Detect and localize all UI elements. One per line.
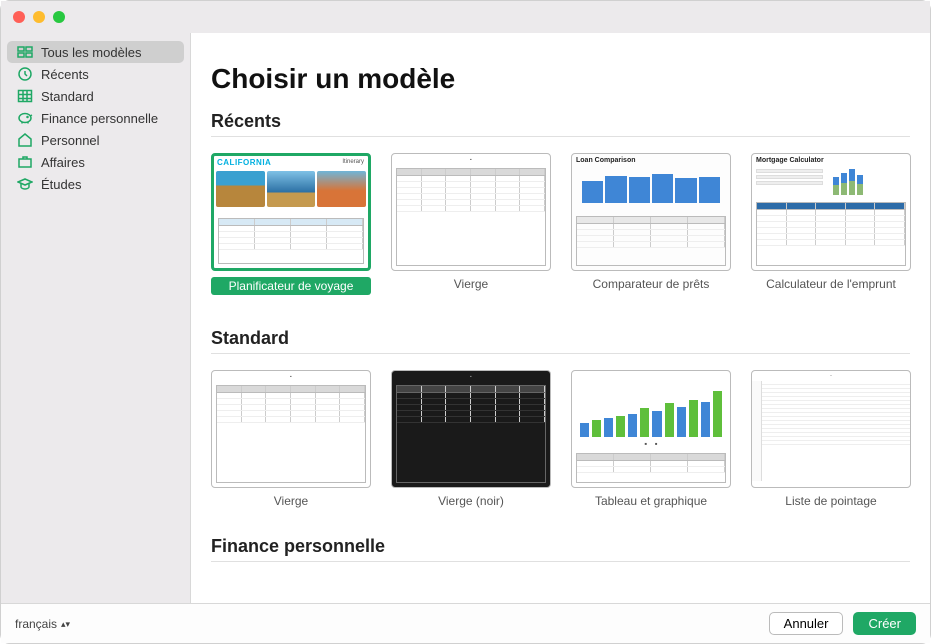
chevron-updown-icon: ▴▾ (61, 621, 70, 627)
template-blank-std[interactable]: · Vierge (211, 370, 371, 508)
piggy-icon (17, 110, 33, 126)
zoom-icon[interactable] (53, 11, 65, 23)
clock-icon (17, 66, 33, 82)
template-checklist[interactable]: · Liste de pointage (751, 370, 911, 508)
section-heading-standard: Standard (211, 328, 910, 354)
sidebar-item-studies[interactable]: Études (7, 173, 184, 195)
template-label: Vierge (391, 277, 551, 291)
section-heading-recents: Récents (211, 111, 910, 137)
sidebar-item-label: Études (41, 177, 81, 192)
template-label: Comparateur de prêts (571, 277, 731, 291)
template-thumbnail: Loan Comparison (571, 153, 731, 271)
template-thumbnail: · (751, 370, 911, 488)
section-row-standard: · Vierge · (211, 358, 930, 526)
sidebar-item-recents[interactable]: Récents (7, 63, 184, 85)
page-title: Choisir un modèle (211, 63, 930, 95)
thumbnail-subtitle: Itinerary (342, 159, 364, 165)
template-label: Vierge (211, 494, 371, 508)
sidebar-item-business[interactable]: Affaires (7, 151, 184, 173)
sidebar-item-finance[interactable]: Finance personnelle (7, 107, 184, 129)
titlebar[interactable] (1, 1, 930, 33)
close-icon[interactable] (13, 11, 25, 23)
footer: français ▴▾ Annuler Créer (1, 603, 930, 643)
sidebar-item-label: Récents (41, 67, 89, 82)
sidebar-item-label: Personnel (41, 133, 100, 148)
template-blank[interactable]: · Vierge (391, 153, 551, 300)
sidebar-item-all-templates[interactable]: Tous les modèles (7, 41, 184, 63)
template-thumbnail: Mortgage Calculator (751, 153, 911, 271)
template-mortgage-calculator[interactable]: Mortgage Calculator (751, 153, 911, 300)
thumbnail-title: Mortgage Calculator (752, 154, 910, 167)
template-thumbnail: · (391, 153, 551, 271)
section-row-recents: CALIFORNIA Itinerary Plan (211, 141, 930, 318)
template-label: Liste de pointage (751, 494, 911, 508)
sidebar-item-label: Affaires (41, 155, 85, 170)
template-thumbnail: · (211, 370, 371, 488)
sidebar-item-label: Finance personnelle (41, 111, 158, 126)
template-table-chart[interactable]: ■■ Tableau et graphique (571, 370, 731, 508)
cancel-button[interactable]: Annuler (769, 612, 844, 635)
template-thumbnail: · (391, 370, 551, 488)
template-label: Tableau et graphique (571, 494, 731, 508)
home-icon (17, 132, 33, 148)
window-controls (13, 11, 65, 23)
template-loan-comparison[interactable]: Loan Comparison Comparateur de prêts (571, 153, 731, 300)
sidebar-item-standard[interactable]: Standard (7, 85, 184, 107)
sidebar-item-label: Tous les modèles (41, 45, 141, 60)
template-travel-planner[interactable]: CALIFORNIA Itinerary Plan (211, 153, 371, 300)
language-label: français (15, 617, 57, 631)
table-icon (17, 88, 33, 104)
template-blank-dark[interactable]: · Vierge (noir) (391, 370, 551, 508)
template-label: Planificateur de voyage (211, 277, 371, 295)
grid-icon (17, 44, 33, 60)
thumbnail-title: Loan Comparison (572, 154, 730, 167)
template-thumbnail: CALIFORNIA Itinerary (211, 153, 371, 271)
sidebar-item-personal[interactable]: Personnel (7, 129, 184, 151)
template-thumbnail: ■■ (571, 370, 731, 488)
sidebar-item-label: Standard (41, 89, 94, 104)
minimize-icon[interactable] (33, 11, 45, 23)
sidebar: Tous les modèles Récents Standard Financ… (1, 33, 191, 603)
create-button[interactable]: Créer (853, 612, 916, 635)
template-label: Vierge (noir) (391, 494, 551, 508)
graduation-icon (17, 176, 33, 192)
template-chooser[interactable]: Choisir un modèle Récents CALIFORNIA Iti… (191, 33, 930, 603)
section-heading-finance: Finance personnelle (211, 536, 910, 562)
language-selector[interactable]: français ▴▾ (15, 617, 70, 631)
template-label: Calculateur de l'emprunt (751, 277, 911, 291)
briefcase-icon (17, 154, 33, 170)
